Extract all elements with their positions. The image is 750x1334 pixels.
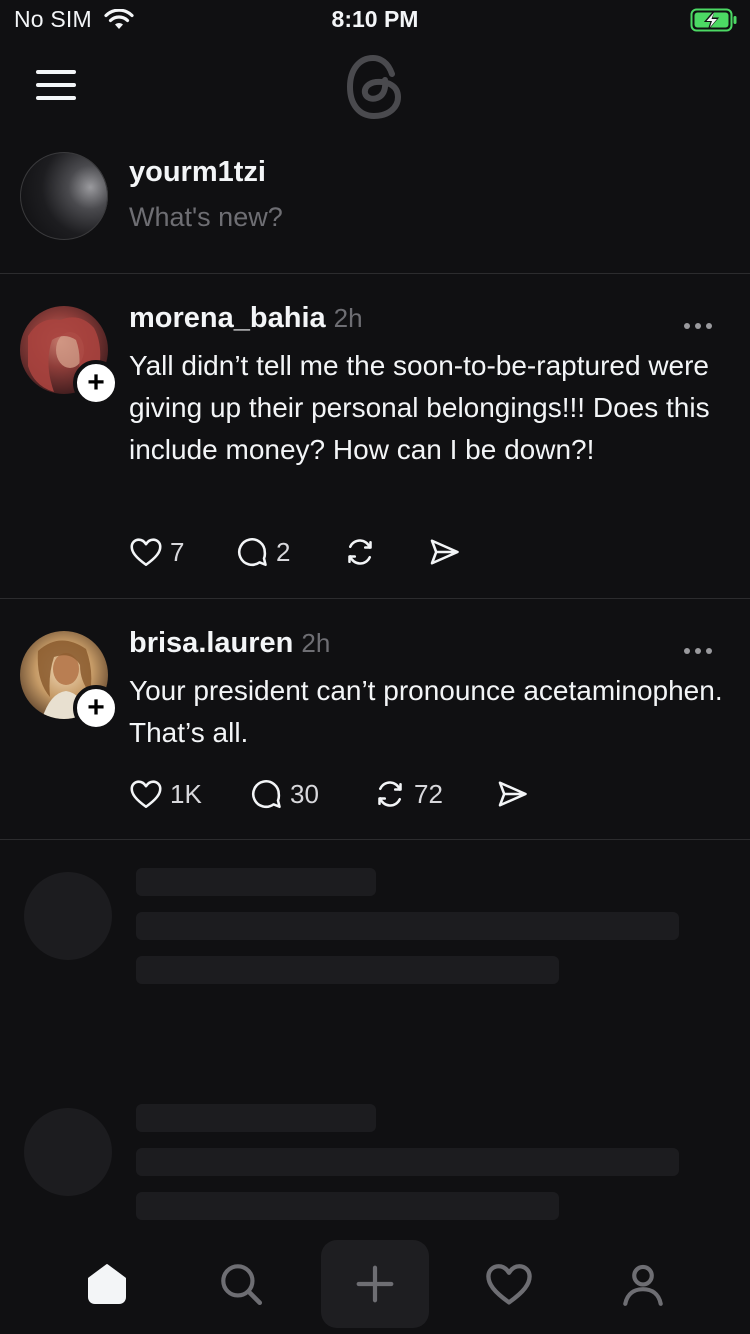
tab-create[interactable] <box>321 1240 429 1328</box>
more-options-icon[interactable] <box>684 641 718 654</box>
activity-heart-icon <box>486 1264 532 1305</box>
post-time: 2h <box>301 628 331 658</box>
post-author-name[interactable]: morena_bahia <box>129 302 326 334</box>
status-bar: No SIM 8:10 PM <box>0 0 750 40</box>
create-icon <box>356 1265 394 1303</box>
hamburger-menu-icon[interactable] <box>36 70 76 100</box>
comment-icon <box>252 780 281 809</box>
send-icon <box>498 781 527 807</box>
reply-button[interactable]: 2 <box>234 532 290 572</box>
post-author-name[interactable]: brisa.lauren <box>129 627 293 659</box>
like-count: 1K <box>170 778 202 809</box>
skeleton-line <box>136 868 376 896</box>
like-button[interactable]: 7 <box>128 532 184 572</box>
tab-home[interactable] <box>62 1240 152 1328</box>
like-count: 7 <box>170 536 185 567</box>
skeleton-line <box>136 1104 376 1132</box>
post-author[interactable]: brisa.lauren 2h <box>129 627 330 660</box>
skeleton-line <box>136 1192 559 1220</box>
tab-activity[interactable] <box>464 1240 554 1328</box>
heart-icon <box>130 780 162 809</box>
reply-count: 30 <box>290 778 319 809</box>
send-icon <box>430 539 459 565</box>
repost-count: 72 <box>414 778 443 809</box>
post-time: 2h <box>333 303 363 333</box>
clock: 8:10 PM <box>331 6 419 32</box>
post-author[interactable]: morena_bahia 2h <box>129 302 363 335</box>
tab-profile[interactable] <box>598 1240 688 1328</box>
skeleton-avatar <box>24 872 112 960</box>
tab-search[interactable] <box>196 1240 286 1328</box>
reply-button[interactable]: 30 <box>248 774 319 814</box>
skeleton-avatar <box>24 1108 112 1196</box>
thread-post[interactable]: + brisa.lauren 2h Your president can’t pr… <box>0 599 750 840</box>
loading-placeholder <box>0 1104 750 1234</box>
post-text: Your president can’t pronounce acetamino… <box>129 675 723 748</box>
profile-icon <box>623 1264 663 1306</box>
post-text: Yall didn’t tell me the soon-to-be-raptu… <box>129 350 710 465</box>
loading-placeholder <box>0 868 750 998</box>
more-options-icon[interactable] <box>684 316 718 329</box>
follow-plus-button[interactable]: + <box>73 685 119 731</box>
follow-plus-button[interactable]: + <box>73 360 119 406</box>
repost-button[interactable] <box>342 532 378 572</box>
skeleton-line <box>136 1148 679 1176</box>
bottom-tab-bar <box>0 1240 750 1334</box>
home-icon <box>88 1264 126 1304</box>
threads-logo[interactable] <box>342 52 408 122</box>
heart-icon <box>130 538 162 567</box>
avatar[interactable] <box>20 152 108 240</box>
repost-icon <box>348 539 372 565</box>
share-button[interactable] <box>426 532 462 572</box>
skeleton-line <box>136 912 679 940</box>
comment-icon <box>238 538 267 567</box>
top-bar <box>0 50 750 120</box>
like-button[interactable]: 1K <box>128 774 202 814</box>
composer-input[interactable]: What's new? <box>129 202 283 233</box>
composer-username: yourm1tzi <box>129 156 266 188</box>
share-button[interactable] <box>494 774 530 814</box>
reply-count: 2 <box>276 536 291 567</box>
repost-icon <box>378 781 402 807</box>
thread-post[interactable]: + morena_bahia 2h Yall didn’t tell me the… <box>0 274 750 599</box>
repost-button[interactable]: 72 <box>372 774 443 814</box>
new-thread-composer[interactable]: yourm1tzi What's new? <box>0 150 750 274</box>
search-icon <box>221 1264 263 1306</box>
skeleton-line <box>136 956 559 984</box>
battery-charging-icon <box>690 8 737 32</box>
